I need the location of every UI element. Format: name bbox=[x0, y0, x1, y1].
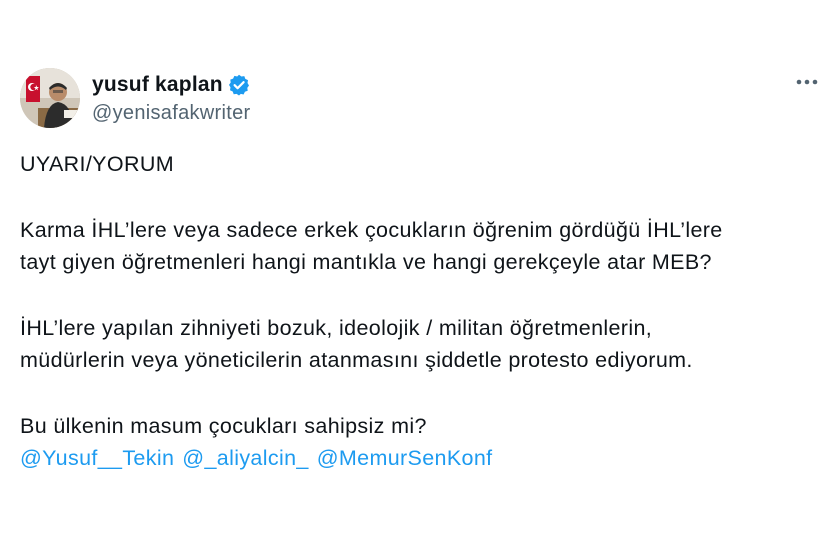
tweet-card: yusuf kaplan @yenisafakwriter UYARI/YORU… bbox=[0, 0, 840, 560]
tweet-header: yusuf kaplan @yenisafakwriter bbox=[20, 68, 250, 128]
mention-link[interactable]: @Yusuf__Tekin bbox=[20, 442, 174, 474]
tweet-line: Bu ülkenin masum çocukları sahipsiz mi? bbox=[20, 414, 427, 438]
tweet-line: tayt giyen öğretmenleri hangi mantıkla v… bbox=[20, 250, 712, 274]
mention-link[interactable]: @_aliyalcin_ bbox=[182, 442, 308, 474]
author-display-name[interactable]: yusuf kaplan bbox=[92, 73, 223, 97]
author-name-row: yusuf kaplan bbox=[92, 71, 250, 99]
tweet-line: Karma İHL’lere veya sadece erkek çocukla… bbox=[20, 218, 723, 242]
tweet-line: UYARI/YORUM bbox=[20, 152, 174, 176]
author-names: yusuf kaplan @yenisafakwriter bbox=[92, 71, 250, 125]
mention-link[interactable]: @MemurSenKonf bbox=[317, 442, 493, 474]
more-options-icon[interactable] bbox=[792, 70, 822, 94]
tweet-line: müdürlerin veya yöneticilerin atanmasını… bbox=[20, 348, 693, 372]
avatar-image bbox=[20, 68, 80, 128]
avatar[interactable] bbox=[20, 68, 80, 128]
tweet-line: İHL’lere yapılan zihniyeti bozuk, ideolo… bbox=[20, 316, 653, 340]
tweet-text: UYARI/YORUM Karma İHL’lere veya sadece e… bbox=[20, 148, 820, 474]
author-handle[interactable]: @yenisafakwriter bbox=[92, 102, 250, 125]
verified-badge-icon bbox=[228, 74, 250, 96]
mentions-row: @Yusuf__Tekin @_aliyalcin_ @MemurSenKonf bbox=[20, 442, 820, 474]
